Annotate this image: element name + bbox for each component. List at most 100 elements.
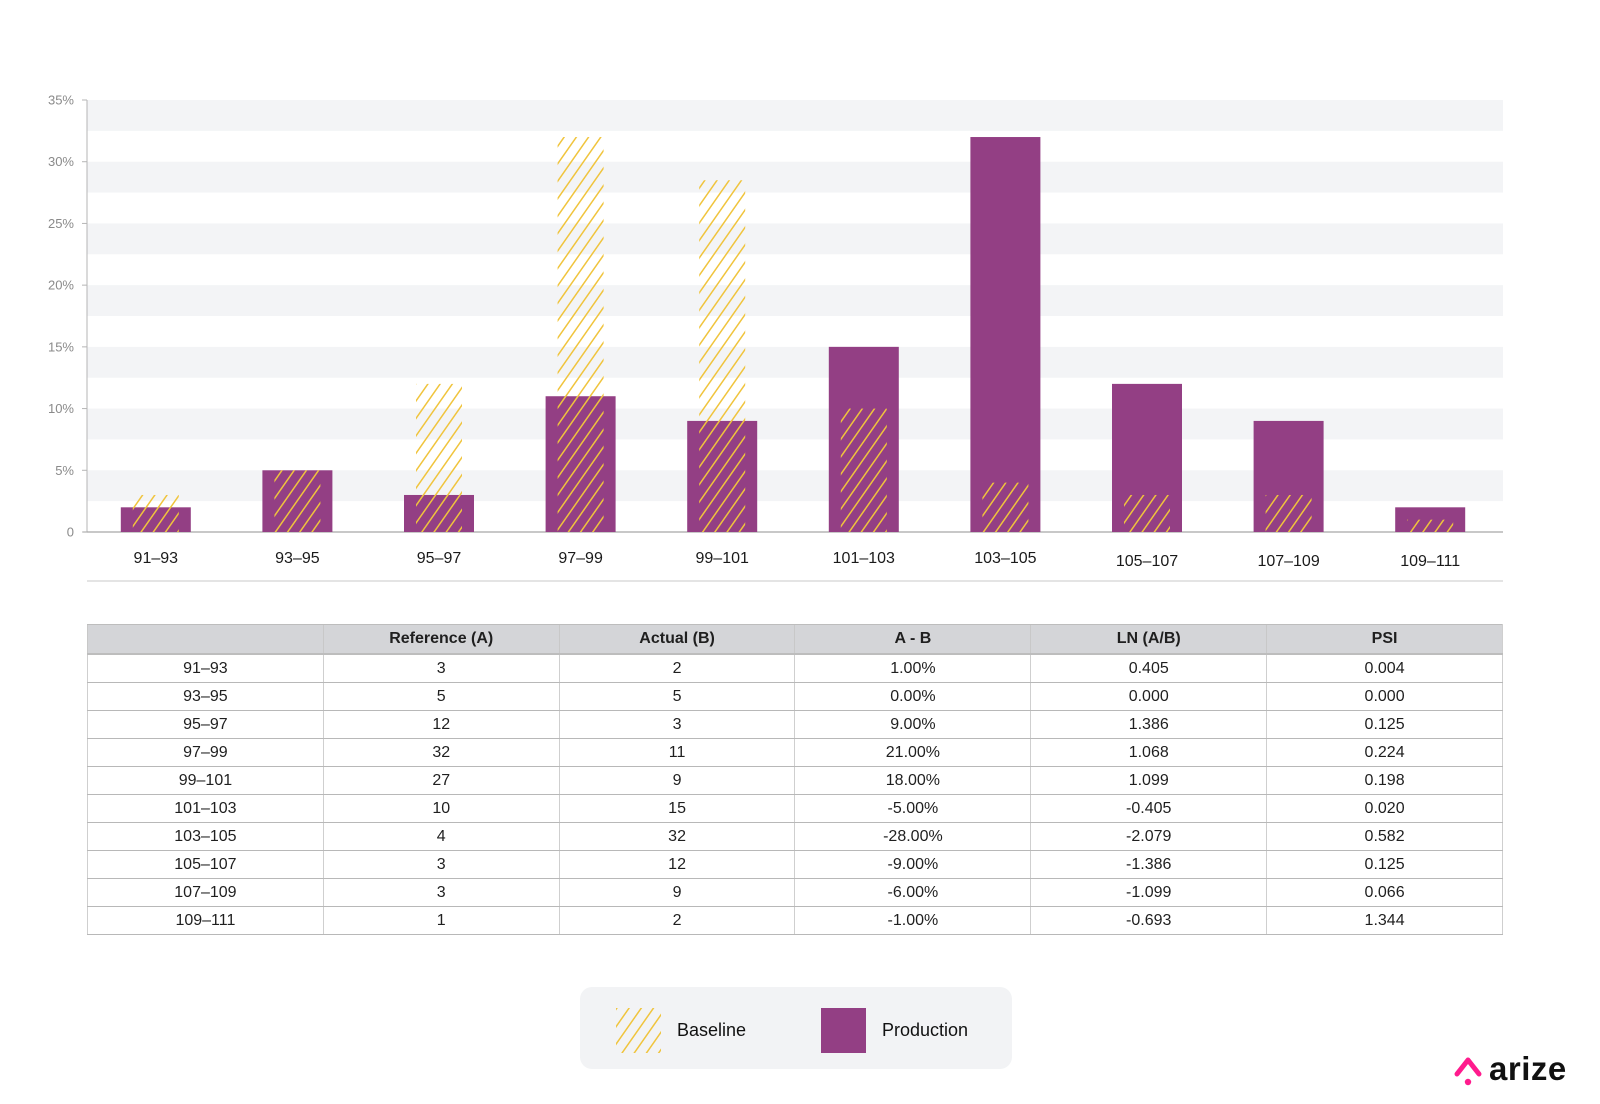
- table-cell: 3: [322, 850, 560, 879]
- table-cell: -0.405: [1030, 794, 1267, 823]
- grid-band: [87, 223, 1503, 255]
- row-bin-label: 107–109: [87, 878, 324, 907]
- row-bin-label: 91–93: [87, 654, 324, 683]
- table-row: 97–99 32 11 21.00% 1.068 0.224: [87, 738, 1503, 767]
- baseline-bar: [1265, 494, 1312, 532]
- table-cell: 0.125: [1266, 850, 1503, 879]
- table-row: 95–97 12 3 9.00% 1.386 0.125: [87, 710, 1503, 739]
- table-header: PSI: [1266, 624, 1503, 655]
- x-tick-label: 109–111: [1400, 553, 1460, 570]
- psi-table: Reference (A) Actual (B) A - B LN (A/B) …: [87, 624, 1503, 935]
- row-bin-label: 95–97: [87, 710, 324, 739]
- production-bar: [970, 137, 1041, 532]
- table-cell: 1.00%: [794, 654, 1031, 683]
- grid-band: [87, 346, 1503, 378]
- table-cell: 0.004: [1266, 654, 1503, 683]
- table-cell: -1.00%: [794, 906, 1031, 935]
- table-cell: 9.00%: [794, 710, 1031, 739]
- y-tick-label: 0: [67, 525, 74, 540]
- row-bin-label: 101–103: [87, 794, 324, 823]
- table-cell: 5: [322, 682, 560, 711]
- brand-logo: arize: [1453, 1050, 1567, 1088]
- baseline-bar: [982, 482, 1029, 532]
- x-tick-label: 105–107: [1116, 553, 1178, 570]
- table-cell: 1.068: [1030, 738, 1267, 767]
- y-tick-label: 20%: [48, 278, 74, 293]
- x-tick-label: 91–93: [134, 550, 179, 567]
- table-row: 109–111 1 2 -1.00% -0.693 1.344: [87, 906, 1503, 935]
- table-cell: 2: [558, 906, 795, 935]
- table-row: 107–109 3 9 -6.00% -1.099 0.066: [87, 878, 1503, 907]
- table-cell: -9.00%: [794, 850, 1031, 879]
- y-tick-label: 30%: [48, 154, 74, 169]
- grid-band: [87, 100, 1503, 131]
- baseline-bar: [416, 383, 462, 532]
- table-row: 91–93 3 2 1.00% 0.405 0.004: [87, 654, 1503, 683]
- y-tick-label: 35%: [48, 93, 74, 108]
- legend-item-baseline: Baseline: [616, 1008, 746, 1053]
- table-cell: 0.405: [1030, 654, 1267, 683]
- baseline-bar: [840, 408, 887, 532]
- table-header: Actual (B): [558, 624, 795, 655]
- table-row: 105–107 3 12 -9.00% -1.386 0.125: [87, 850, 1503, 879]
- table-cell: -2.079: [1030, 822, 1267, 851]
- legend-label-baseline: Baseline: [677, 1020, 747, 1040]
- table-cell: 0.000: [1266, 682, 1503, 711]
- table-cell: 1.344: [1266, 906, 1503, 935]
- table-header: [87, 624, 324, 655]
- x-tick-label: 107–109: [1257, 553, 1319, 570]
- y-tick-label: 10%: [48, 401, 74, 416]
- table-cell: 4: [322, 822, 560, 851]
- table-cell: 0.020: [1266, 794, 1503, 823]
- hatched-swatch-icon: [616, 1008, 661, 1053]
- table-row: 103–105 4 32 -28.00% -2.079 0.582: [87, 822, 1503, 851]
- table-header-row: Reference (A) Actual (B) A - B LN (A/B) …: [87, 624, 1503, 655]
- table-cell: 0.00%: [794, 682, 1031, 711]
- x-tick-label: 95–97: [417, 550, 462, 567]
- table-cell: 12: [322, 710, 560, 739]
- row-bin-label: 97–99: [87, 738, 324, 767]
- table-cell: 0.224: [1266, 738, 1503, 767]
- table-cell: 3: [322, 654, 560, 683]
- brand-name: arize: [1489, 1050, 1567, 1087]
- baseline-bar: [557, 137, 604, 532]
- table-cell: 3: [558, 710, 795, 739]
- table-cell: 27: [322, 766, 560, 795]
- table-row: 101–103 10 15 -5.00% -0.405 0.020: [87, 794, 1503, 823]
- row-bin-label: 105–107: [87, 850, 324, 879]
- row-bin-label: 103–105: [87, 822, 324, 851]
- grid-band: [87, 285, 1503, 316]
- table-cell: 0.582: [1266, 822, 1503, 851]
- table-cell: 3: [322, 878, 560, 907]
- baseline-bar: [132, 494, 179, 532]
- baseline-bar: [699, 180, 746, 532]
- table-cell: 32: [322, 738, 560, 767]
- table-cell: 9: [558, 878, 795, 907]
- table-cell: -6.00%: [794, 878, 1031, 907]
- x-axis: 91–93 93–95 95–97 97–99 99–101 101–103 103–105…: [134, 550, 1461, 570]
- table-cell: 1: [322, 906, 560, 935]
- baseline-bar: [1124, 494, 1170, 532]
- table-cell: 0.000: [1030, 682, 1267, 711]
- table-header: A - B: [794, 624, 1031, 655]
- y-tick-label: 25%: [48, 216, 74, 231]
- table-cell: 10: [322, 794, 560, 823]
- table-cell: -5.00%: [794, 794, 1031, 823]
- table-cell: 0.198: [1266, 766, 1503, 795]
- baseline-bar: [1407, 519, 1454, 532]
- bar-chart: 0 5% 10% 15% 20% 25% 30% 35% 91–93 93–95 95–97 97–…: [48, 93, 1503, 582]
- table-cell: 15: [558, 794, 795, 823]
- table-cell: 5: [558, 682, 795, 711]
- table-cell: 32: [558, 822, 795, 851]
- table-cell: -1.099: [1030, 878, 1267, 907]
- table-cell: 2: [558, 654, 795, 683]
- x-tick-label: 101–103: [833, 550, 895, 567]
- row-bin-label: 109–111: [87, 906, 324, 935]
- table-row: 93–95 5 5 0.00% 0.000 0.000: [87, 682, 1503, 711]
- x-tick-label: 99–101: [696, 550, 749, 567]
- arize-caret-icon: [1454, 1057, 1482, 1086]
- x-tick-label: 93–95: [275, 550, 320, 567]
- table-cell: -28.00%: [794, 822, 1031, 851]
- solid-swatch-icon: [821, 1008, 866, 1053]
- table-cell: 0.066: [1266, 878, 1503, 907]
